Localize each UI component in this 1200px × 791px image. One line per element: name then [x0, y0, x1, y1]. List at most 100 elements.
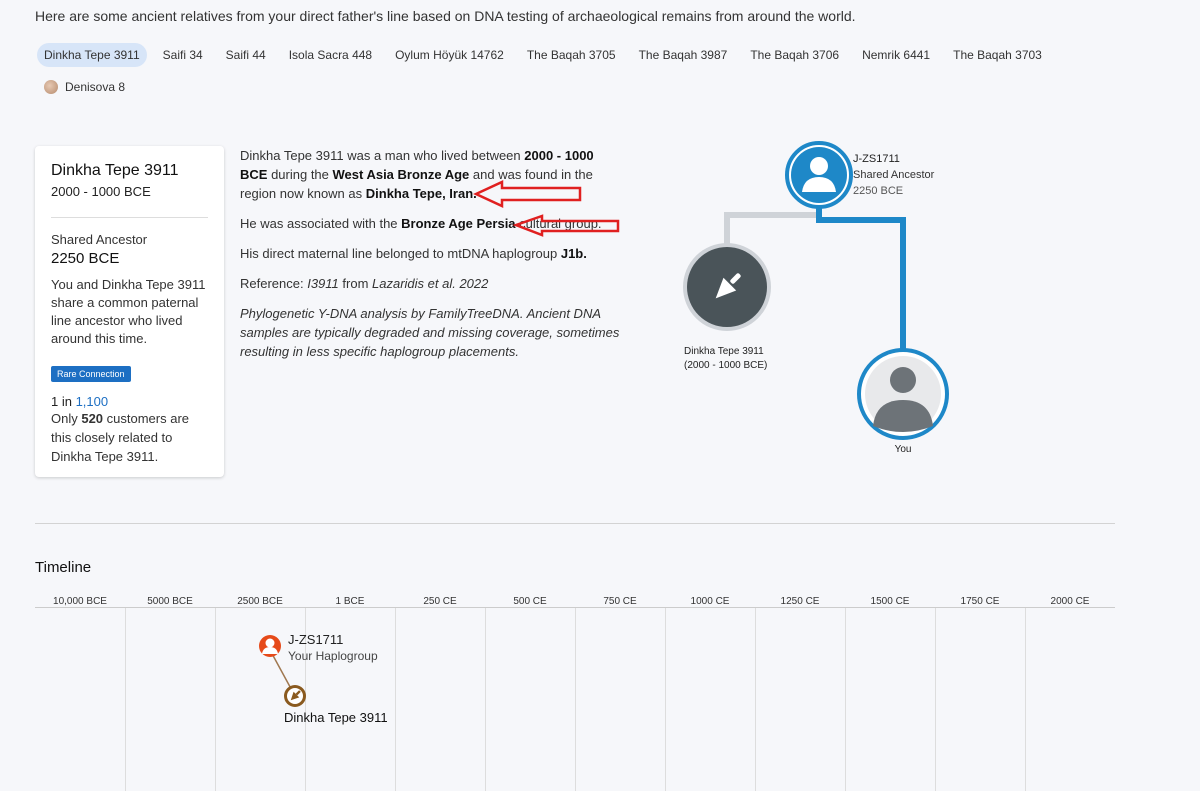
customer-count-text: Only 520 customers are this closely rela… [51, 409, 208, 466]
relationship-tree: J-ZS1711 Shared Ancestor 2250 BCE Dinkha… [683, 141, 949, 455]
tree-shared-label: Shared Ancestor [853, 169, 935, 181]
text-span: from [338, 276, 373, 291]
timeline-gridline [395, 608, 396, 791]
timeline-gridline [485, 608, 486, 791]
intro-text: Here are some ancient relatives from you… [35, 8, 856, 24]
relative-summary-card: Dinkha Tepe 3911 2000 - 1000 BCE Shared … [35, 146, 224, 477]
rare-connection-badge: Rare Connection [51, 366, 131, 382]
relative-chip-label: The Baqah 3703 [953, 48, 1042, 62]
text-span: Dinkha Tepe 3911 was a man who lived bet… [240, 148, 525, 163]
annotation-arrows [473, 180, 620, 237]
timeline-tick-label: 10,000 BCE [53, 596, 107, 607]
relative-dates: 2000 - 1000 BCE [51, 184, 151, 199]
location-name: Dinkha Tepe, Iran. [365, 186, 477, 201]
timeline-tick-label: 1750 CE [960, 596, 1000, 607]
relative-chip-label: Dinkha Tepe 3911 [44, 48, 140, 62]
timeline-tick-label: 250 CE [423, 596, 457, 607]
timeline-tick-label: 500 CE [513, 596, 547, 607]
ratio-value: 1,100 [75, 394, 109, 409]
ancient-relatives-chips: Dinkha Tepe 3911 Saifi 34 Saifi 44 Isola Sa… [37, 43, 1087, 99]
timeline-gridline [665, 608, 666, 791]
shared-ancestor-date: 2250 BCE [51, 250, 120, 267]
relative-chip-label: The Baqah 3705 [526, 48, 616, 62]
mtdna-haplogroup: J1b. [560, 246, 587, 261]
relative-chip[interactable]: Oylum Höyük 14762 [388, 43, 511, 67]
avatar [890, 367, 916, 393]
card-divider [51, 217, 208, 218]
timeline-gridline [125, 608, 126, 791]
text-span: His direct maternal line belonged to mtD… [240, 246, 561, 261]
relative-chip[interactable]: Saifi 44 [219, 43, 273, 67]
timeline-tick-label: 750 CE [603, 596, 637, 607]
timeline-gridline [575, 608, 576, 791]
timeline-gridline [215, 608, 216, 791]
timeline-tick-label: 5000 BCE [147, 596, 193, 607]
relative-chip[interactable]: Isola Sacra 448 [282, 43, 379, 67]
shared-ancestor-node[interactable] [785, 141, 853, 209]
timeline-gridline [755, 608, 756, 791]
customer-count: 520 [81, 411, 104, 426]
thumbnail-icon [44, 80, 58, 94]
timeline-gridline [935, 608, 936, 791]
timeline-gridline [845, 608, 846, 791]
relative-chip-label: The Baqah 3987 [638, 48, 728, 62]
relative-name: Dinkha Tepe 3911 [51, 162, 179, 179]
shared-ancestor-description: You and Dinkha Tepe 3911 share a common … [51, 277, 206, 346]
relative-chip[interactable]: Nemrik 6441 [855, 43, 937, 67]
shared-ancestor-label: Shared Ancestor [51, 232, 148, 247]
tree-ancient-name: Dinkha Tepe 3911 [684, 346, 764, 357]
timeline-gridline [1025, 608, 1026, 791]
timeline-tick-label: 1000 CE [690, 596, 730, 607]
rarity-ratio: 1 in 1,100 [51, 394, 208, 409]
era-name: West Asia Bronze Age [332, 167, 470, 182]
sample-id: I3911 [307, 276, 339, 291]
relative-chip[interactable]: The Baqah 3705 [520, 43, 623, 67]
relative-chip-label: Denisova 8 [65, 80, 126, 94]
disclaimer-paragraph: Phylogenetic Y-DNA analysis by FamilyTre… [240, 306, 620, 359]
tree-haplogroup: J-ZS1711 [853, 153, 900, 165]
relative-chip[interactable]: The Baqah 3706 [743, 43, 846, 67]
arrow-location-icon [473, 180, 582, 208]
timeline-tick-label: 2000 CE [1050, 596, 1090, 607]
text-span: Reference: [240, 276, 308, 291]
relative-chip[interactable]: Denisova 8 [37, 75, 132, 99]
text-span: He was associated with the [240, 216, 402, 231]
timeline-tick-label: 2500 BCE [237, 596, 283, 607]
person-icon [810, 157, 828, 175]
timeline-tick-label: 1500 CE [870, 596, 910, 607]
relative-chip-label: Isola Sacra 448 [288, 48, 373, 62]
ancient-marker[interactable] [284, 685, 306, 707]
relative-chip-label: Oylum Höyük 14762 [395, 48, 504, 62]
tree-you-label: You [895, 444, 912, 455]
text-span: during the [267, 167, 333, 182]
timeline: 10,000 BCE 5000 BCE 2500 BCE 1 BCE 250 CE 500… [35, 590, 1115, 791]
timeline-tick-label: 1250 CE [780, 596, 820, 607]
timeline-haplogroup-sub: Your Haplogroup [288, 649, 378, 663]
person-icon [265, 638, 275, 648]
section-divider [35, 523, 1115, 524]
only-prefix: Only [51, 411, 82, 426]
publication: Lazaridis et al. 2022 [372, 276, 489, 291]
ancient-relative-node[interactable] [683, 243, 771, 331]
timeline-haplogroup-label: J-ZS1711 Your Haplogroup [288, 632, 378, 664]
reference-paragraph: Reference: I3911 from Lazaridis et al. 2… [240, 274, 620, 293]
maternal-paragraph: His direct maternal line belonged to mtD… [240, 244, 620, 263]
tree-ancient-dates: (2000 - 1000 BCE) [684, 360, 767, 371]
relative-chip-label: Saifi 34 [162, 48, 203, 62]
relative-chip[interactable]: The Baqah 3987 [632, 43, 735, 67]
timeline-haplogroup: J-ZS1711 [288, 632, 344, 647]
relative-chip-label: Saifi 44 [225, 48, 266, 62]
arrow-culture-icon [512, 214, 620, 237]
you-node[interactable] [857, 348, 949, 440]
timeline-tick-label: 1 BCE [335, 596, 365, 607]
timeline-ancient-name: Dinkha Tepe 3911 [284, 710, 388, 725]
tree-shared-date: 2250 BCE [853, 185, 903, 197]
relative-chip-label: Nemrik 6441 [862, 48, 931, 62]
timeline-title: Timeline [35, 559, 92, 576]
relative-chip[interactable]: The Baqah 3703 [946, 43, 1049, 67]
haplogroup-marker[interactable] [259, 635, 281, 657]
ratio-prefix: 1 in [51, 394, 76, 409]
relative-chip[interactable]: Dinkha Tepe 3911 [37, 43, 147, 67]
relative-chip-label: The Baqah 3706 [750, 48, 840, 62]
relative-chip[interactable]: Saifi 34 [156, 43, 210, 67]
